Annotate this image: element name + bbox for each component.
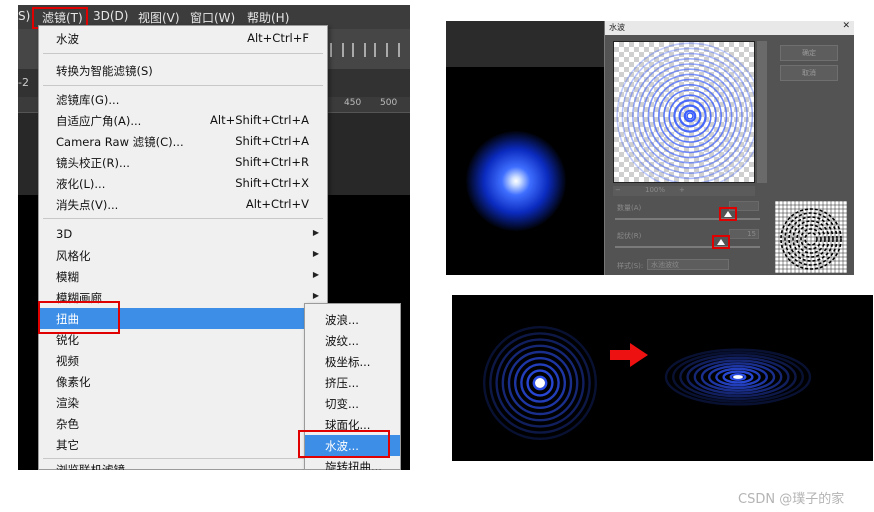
close-icon[interactable]: ✕ [842,21,850,31]
submenu-item-pinch[interactable]: 挤压... [305,372,400,393]
amount-thumb-highlight [719,207,738,221]
ripple-center [686,112,694,120]
filter-dropdown-menu: 水波 Alt+Ctrl+F 转换为智能滤镜(S) 滤镜库(G)... 自适应广角(… [38,25,328,470]
blue-glow-image [466,131,566,231]
zoom-level: 100% [645,186,666,194]
ridges-label: 起伏(R) [617,232,642,240]
result-ripple-center [733,375,743,379]
amount-slider[interactable] [615,218,760,220]
menu-item-lens-correction[interactable]: 镜头校正(R)... Shift+Ctrl+R [39,152,327,173]
submenu-item-wave[interactable]: 波浪... [305,309,400,330]
menu-item-noise[interactable]: 杂色▶ [39,413,327,434]
zigzag-dialog-screenshot: 水波 ✕ 确定 取消 − 100% + 数量(A) 起伏(R) 15 样式(S)… [446,21,854,275]
ripple-before-after-graphic [483,326,812,440]
menu-separator [43,218,323,219]
watermark: CSDN @璞子的家 [738,492,845,507]
menu-separator [43,85,323,86]
menu-separator [43,53,323,54]
menu-item-browse-online[interactable]: 浏览联机滤镜... [39,460,327,470]
zoom-control: − 100% + [613,186,755,196]
ok-button[interactable]: 确定 [780,45,838,61]
menu-item-adaptive-wide-angle[interactable]: 自适应广角(A)... Alt+Shift+Ctrl+A [39,110,327,131]
submenu-item-twirl[interactable]: 旋转扭曲... [305,456,400,470]
style-label: 样式(S): [617,262,644,270]
distortion-grid-thumbnail [775,201,847,273]
filter-preview[interactable] [613,41,755,183]
distortion-grid-graphic [775,201,847,273]
right-arrow-icon [610,343,648,367]
dialog-titlebar: 水波 ✕ [605,21,854,35]
menu-item-stylize[interactable]: 风格化 ▶ [39,245,327,266]
submenu-arrow-icon: ▶ [312,270,319,279]
align-left-icon[interactable] [330,43,344,57]
menu-window[interactable]: 窗口(W) [190,9,235,26]
menu-3d[interactable]: 3D(D) [93,9,128,23]
menu-item-3d[interactable]: 3D ▶ [39,224,327,245]
distort-highlight [38,301,120,334]
ruler-label: 500 [380,98,398,108]
menu-item-filter-gallery[interactable]: 滤镜库(G)... [39,89,327,110]
menu-item-pixelate[interactable]: 像素化▶ [39,371,327,392]
photoshop-window: S) 滤镜(T) 3D(D) 视图(V) 窗口(W) 帮助(H) -2 400 … [18,5,410,470]
menu-select[interactable]: S) [18,9,30,23]
zigzag-dialog: 水波 ✕ 确定 取消 − 100% + 数量(A) 起伏(R) 15 样式(S)… [604,21,854,275]
menu-item-video[interactable]: 视频▶ [39,350,327,371]
distribute-icon[interactable] [398,43,410,57]
cancel-button[interactable]: 取消 [780,65,838,81]
amount-label: 数量(A) [617,204,642,212]
ridges-thumb-highlight [711,235,730,249]
style-dropdown[interactable]: 水池波纹 [647,259,729,270]
ripple-preview-graphic [616,42,754,182]
menu-item-liquify[interactable]: 液化(L)... Shift+Ctrl+X [39,173,327,194]
submenu-arrow-icon: ▶ [312,249,319,258]
menu-help[interactable]: 帮助(H) [247,9,289,26]
menu-item-last-filter[interactable]: 水波 Alt+Ctrl+F [39,28,327,49]
ridges-slider[interactable] [615,246,760,248]
preview-scrollbar[interactable] [757,41,767,183]
dialog-title: 水波 [609,23,625,32]
submenu-item-ripple[interactable]: 波纹... [305,330,400,351]
align-center-icon[interactable] [352,43,366,57]
menu-item-render[interactable]: 渲染▶ [39,392,327,413]
menu-view[interactable]: 视图(V) [138,9,180,26]
menu-separator [43,458,323,459]
submenu-item-polar-coordinates[interactable]: 极坐标... [305,351,400,372]
submenu-arrow-icon: ▶ [312,228,319,237]
menu-item-camera-raw[interactable]: Camera Raw 滤镜(C)... Shift+Ctrl+A [39,131,327,152]
submenu-item-shear[interactable]: 切变... [305,393,400,414]
zigzag-highlight [298,430,390,458]
ripple-result-image [452,295,873,461]
align-right-icon[interactable] [374,43,388,57]
zoom-in-button[interactable]: + [679,186,685,194]
panel-background [446,21,606,67]
zoom-out-button[interactable]: − [615,186,621,194]
menu-item-convert-smart-filter[interactable]: 转换为智能滤镜(S) [39,60,327,81]
ridges-value[interactable]: 15 [729,229,759,239]
menu-item-other[interactable]: 其它▶ [39,434,327,455]
menu-item-blur[interactable]: 模糊 ▶ [39,266,327,287]
menu-item-vanishing-point[interactable]: 消失点(V)... Alt+Ctrl+V [39,194,327,215]
document-tab[interactable]: -2 [18,76,29,89]
ruler-label: 450 [344,98,362,108]
result-ripple-center [535,378,545,388]
submenu-arrow-icon: ▶ [312,291,319,300]
